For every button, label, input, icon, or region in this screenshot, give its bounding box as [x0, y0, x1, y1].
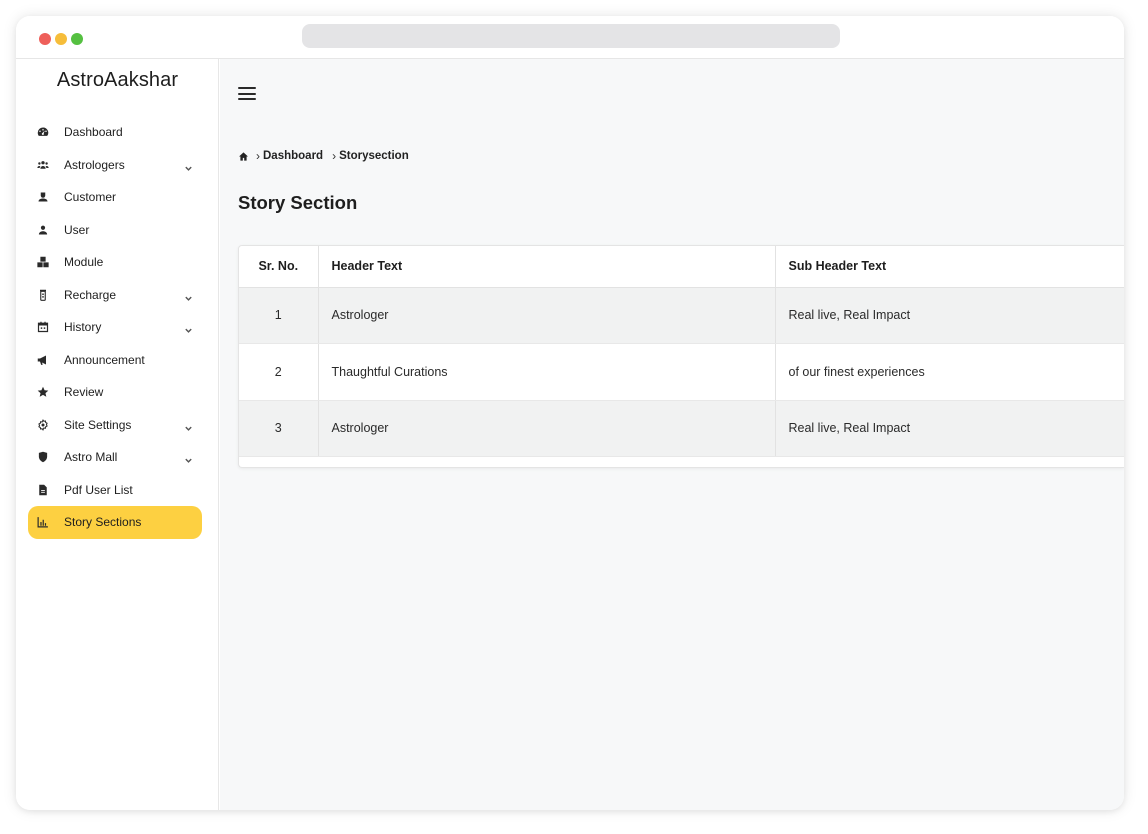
- sidebar-item-astro-mall[interactable]: Astro Mall: [28, 441, 202, 474]
- brand-logo-text[interactable]: AstroAakshar: [16, 69, 219, 92]
- cell-sr-no: 3: [239, 400, 319, 457]
- breadcrumb: › Dashboard › Storysection: [238, 148, 409, 164]
- menu-toggle-icon[interactable]: [238, 87, 256, 101]
- cell-sub-header-text: of our finest experiences: [775, 343, 1124, 401]
- browser-window: AstroAakshar Dashboard Astrologers Custo…: [16, 16, 1124, 810]
- cell-sub-header-text: Real live, Real Impact: [775, 287, 1124, 344]
- sidebar-item-label: User: [64, 222, 90, 237]
- cell-sr-no: 2: [239, 343, 319, 401]
- sidebar: AstroAakshar Dashboard Astrologers Custo…: [16, 59, 219, 810]
- sidebar-item-label: Pdf User List: [64, 482, 133, 497]
- history-icon: [35, 319, 51, 335]
- chevron-right-icon: ›: [332, 149, 337, 163]
- sidebar-item-module[interactable]: Module: [28, 246, 202, 279]
- close-window-button[interactable]: [39, 33, 51, 45]
- sidebar-item-history[interactable]: History: [28, 311, 202, 344]
- chevron-down-icon: [184, 290, 194, 301]
- chevron-down-icon: [184, 160, 194, 171]
- home-icon[interactable]: [238, 151, 249, 162]
- sidebar-item-announcement[interactable]: Announcement: [28, 344, 202, 377]
- table-header-row: Sr. No. Header Text Sub Header Text: [239, 246, 1124, 288]
- dashboard-gauge-icon: [35, 124, 51, 140]
- settings-icon: [35, 417, 51, 433]
- user-icon: [35, 222, 51, 238]
- cell-header-text: Astrologer: [318, 400, 776, 457]
- breadcrumb-storysection: Storysection: [339, 150, 409, 162]
- sidebar-item-astrologers[interactable]: Astrologers: [28, 149, 202, 182]
- sidebar-item-pdf-user-list[interactable]: Pdf User List: [28, 474, 202, 507]
- maximize-window-button[interactable]: [71, 33, 83, 45]
- star-icon: [35, 384, 51, 400]
- customer-icon: [35, 189, 51, 205]
- table-row[interactable]: 1 Astrologer Real live, Real Impact: [239, 287, 1124, 344]
- sidebar-item-label: Module: [64, 255, 104, 270]
- sidebar-item-label: Astro Mall: [64, 450, 118, 465]
- column-header-sub-header-text[interactable]: Sub Header Text: [775, 246, 1124, 288]
- cell-sr-no: 1: [239, 287, 319, 344]
- document-icon: [35, 482, 51, 498]
- sidebar-item-customer[interactable]: Customer: [28, 181, 202, 214]
- column-header-sr-no[interactable]: Sr. No.: [239, 246, 319, 288]
- megaphone-icon: [35, 352, 51, 368]
- chevron-down-icon: [184, 322, 194, 333]
- cell-sub-header-text: Real live, Real Impact: [775, 400, 1124, 457]
- sidebar-item-story-sections[interactable]: Story Sections: [28, 506, 202, 539]
- sidebar-item-label: Customer: [64, 190, 117, 205]
- chevron-down-icon: [184, 420, 194, 431]
- sidebar-item-user[interactable]: User: [28, 214, 202, 247]
- sidebar-item-label: Site Settings: [64, 417, 132, 432]
- minimize-window-button[interactable]: [55, 33, 67, 45]
- recharge-icon: [35, 287, 51, 303]
- table-row[interactable]: 3 Astrologer Real live, Real Impact: [239, 400, 1124, 457]
- page-title: Story Section: [238, 192, 358, 213]
- sidebar-item-label: Announcement: [64, 352, 145, 367]
- sidebar-nav: Dashboard Astrologers Customer User Modu…: [28, 116, 202, 539]
- browser-titlebar: [16, 16, 1124, 59]
- sidebar-item-label: History: [64, 320, 102, 335]
- sidebar-item-review[interactable]: Review: [28, 376, 202, 409]
- address-bar[interactable]: [302, 24, 840, 48]
- main-content: › Dashboard › Storysection Story Section…: [220, 59, 1124, 810]
- cell-header-text: Astrologer: [318, 287, 776, 344]
- sidebar-item-label: Story Sections: [64, 515, 142, 530]
- users-group-icon: [35, 157, 51, 173]
- breadcrumb-dashboard[interactable]: Dashboard: [263, 150, 323, 162]
- cell-header-text: Thaughtful Curations: [318, 343, 776, 401]
- sidebar-item-label: Dashboard: [64, 125, 123, 140]
- bar-chart-icon: [35, 514, 51, 530]
- sidebar-item-label: Review: [64, 385, 104, 400]
- sidebar-item-label: Recharge: [64, 287, 117, 302]
- sidebar-item-label: Astrologers: [64, 157, 125, 172]
- sidebar-item-dashboard[interactable]: Dashboard: [28, 116, 202, 149]
- column-header-header-text[interactable]: Header Text: [318, 246, 776, 288]
- chevron-right-icon: ›: [256, 149, 260, 163]
- shield-icon: [35, 449, 51, 465]
- table-row[interactable]: 2 Thaughtful Curations of our finest exp…: [239, 343, 1124, 401]
- chevron-down-icon: [184, 452, 194, 463]
- cubes-icon: [35, 254, 51, 270]
- story-sections-table: Sr. No. Header Text Sub Header Text 1 As…: [238, 245, 1124, 468]
- sidebar-item-site-settings[interactable]: Site Settings: [28, 409, 202, 442]
- sidebar-item-recharge[interactable]: Recharge: [28, 279, 202, 312]
